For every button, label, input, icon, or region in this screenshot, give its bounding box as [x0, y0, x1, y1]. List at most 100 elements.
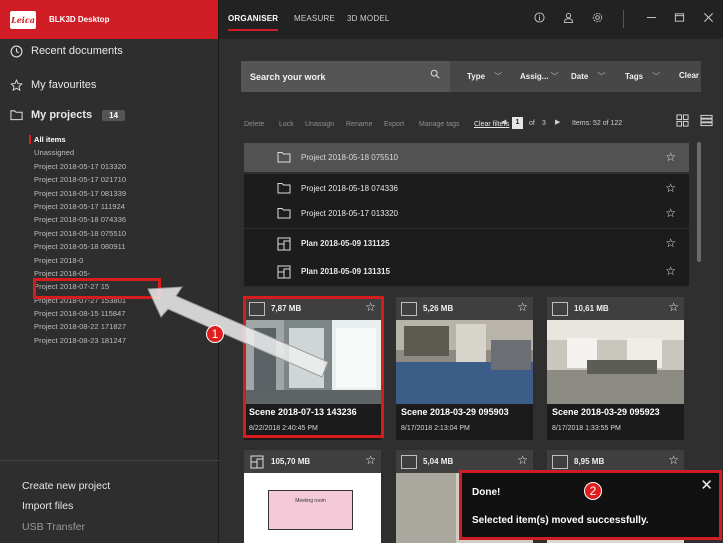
tab-measure[interactable]: MEASURE: [294, 14, 335, 23]
usb-transfer-link[interactable]: USB Transfer: [22, 521, 85, 533]
create-new-project-link[interactable]: Create new project: [22, 480, 110, 492]
selected-card-highlight: [243, 296, 384, 438]
row-label: Plan 2018-05-09 131315: [301, 267, 390, 276]
favourite-star-icon[interactable]: ☆: [665, 206, 676, 220]
nav-my-favourites[interactable]: My favourites: [0, 78, 96, 92]
close-window-icon[interactable]: [700, 9, 716, 25]
image-icon: [552, 454, 568, 469]
project-list-item[interactable]: Project 2018-08-15 115847: [0, 307, 219, 320]
project-list-item[interactable]: Project 2018-05-17 021710: [0, 173, 219, 186]
import-files-link[interactable]: Import files: [22, 500, 73, 512]
prev-page-icon[interactable]: ◀: [501, 118, 506, 126]
image-icon: [552, 301, 568, 316]
toast-message: Selected item(s) moved successfully.: [472, 515, 649, 526]
nav-projects-label: My projects: [31, 109, 93, 121]
favourite-star-icon[interactable]: ☆: [668, 300, 679, 314]
chevron-down-icon: ﹀: [652, 72, 661, 81]
nav-my-projects[interactable]: My projects 14: [0, 108, 126, 122]
success-toast: Done! 2 Selected item(s) moved successfu…: [459, 470, 722, 540]
tab-organiser[interactable]: ORGANISER: [228, 14, 279, 31]
project-list-item[interactable]: Project 2018-05-18 074336: [0, 213, 219, 226]
project-list-item[interactable]: Project 2018-08-22 171827: [0, 320, 219, 333]
project-item-label: Project 2018-0: [34, 255, 84, 265]
scene-thumbnail: [396, 320, 533, 404]
project-list-item[interactable]: Project 2018-05-18 075510: [0, 227, 219, 240]
favourite-star-icon[interactable]: ☆: [668, 453, 679, 467]
clear-button[interactable]: Clear: [679, 71, 699, 80]
project-list-item[interactable]: Unassigned: [0, 146, 219, 159]
tab-3d-model[interactable]: 3D MODEL: [347, 14, 390, 23]
favourite-star-icon[interactable]: ☆: [517, 453, 528, 467]
scene-card[interactable]: 10,61 MB ☆ Scene 2018-03-29 095923 8/17/…: [547, 297, 684, 440]
project-list-item[interactable]: All items: [0, 133, 219, 146]
project-item-label: Unassigned: [34, 148, 75, 158]
filter-assign-label: Assig...: [520, 72, 549, 81]
project-list-item[interactable]: Project 2018-0: [0, 254, 219, 267]
app-header: Leica BLK3D Desktop: [0, 0, 218, 39]
list-row[interactable]: Plan 2018-05-09 131315 ☆: [244, 257, 689, 287]
info-icon[interactable]: [531, 9, 547, 25]
settings-gear-icon[interactable]: [589, 9, 605, 25]
step-1-marker: 1: [206, 325, 224, 343]
favourite-star-icon[interactable]: ☆: [665, 236, 676, 250]
search-icon[interactable]: [430, 69, 440, 82]
favourite-star-icon[interactable]: ☆: [365, 453, 376, 467]
project-item-label: Project 2018-05-17 111924: [34, 201, 125, 211]
page-number-input[interactable]: 1: [512, 117, 523, 129]
search-input[interactable]: Search your work: [241, 61, 450, 92]
folder-icon: [277, 207, 291, 220]
plan-card[interactable]: 105,70 MB ☆ Meeting room: [244, 450, 381, 543]
scene-card[interactable]: 5,26 MB ☆ Scene 2018-03-29 095903 8/17/2…: [396, 297, 533, 440]
maximize-icon[interactable]: [671, 9, 687, 25]
delete-action[interactable]: Delete: [244, 121, 264, 128]
next-page-icon[interactable]: ▶: [555, 118, 560, 126]
favourite-star-icon[interactable]: ☆: [665, 181, 676, 195]
rename-action[interactable]: Rename: [346, 121, 372, 128]
sidebar-divider: [0, 460, 219, 461]
clock-icon: [9, 44, 23, 58]
project-list-item[interactable]: Project 2018-05-17 013320: [0, 160, 219, 173]
user-icon[interactable]: [560, 9, 576, 25]
list-row[interactable]: Project 2018-05-17 013320 ☆: [244, 199, 689, 229]
filter-date-dropdown[interactable]: Date ﹀: [571, 71, 605, 82]
nav-recent-documents[interactable]: Recent documents: [0, 44, 123, 58]
filter-assign-dropdown[interactable]: Assig... ﹀: [520, 71, 558, 82]
list-view-icon[interactable]: [700, 114, 714, 128]
image-icon: [401, 301, 417, 316]
image-icon: [401, 454, 417, 469]
folder-icon: [9, 108, 23, 122]
card-date: 8/17/2018 1:33:55 PM: [552, 425, 621, 432]
grid-view-icon[interactable]: [676, 114, 690, 128]
chevron-down-icon: ﹀: [494, 72, 503, 81]
filter-type-dropdown[interactable]: Type ﹀: [467, 71, 502, 82]
target-project-highlight: [33, 278, 161, 299]
sidebar: Leica BLK3D Desktop Recent documents My …: [0, 0, 219, 543]
card-title: Scene 2018-03-29 095923: [552, 407, 660, 417]
list-row[interactable]: Plan 2018-05-09 131125 ☆: [244, 229, 689, 259]
favourite-star-icon[interactable]: ☆: [665, 150, 676, 164]
manage-tags-action[interactable]: Manage tags: [419, 121, 459, 128]
card-size: 5,26 MB: [423, 304, 454, 313]
project-list-item[interactable]: Project 2018-05-18 080911: [0, 240, 219, 253]
lock-action[interactable]: Lock: [279, 121, 294, 128]
page-of-label: of: [529, 120, 535, 127]
scrollbar-thumb[interactable]: [697, 142, 701, 262]
row-label: Plan 2018-05-09 131125: [301, 239, 390, 248]
unassign-action[interactable]: Unassign: [305, 121, 334, 128]
card-size: 8,95 MB: [574, 457, 605, 466]
favourite-star-icon[interactable]: ☆: [665, 264, 676, 278]
close-icon[interactable]: ✕: [700, 476, 713, 494]
filter-tags-dropdown[interactable]: Tags ﹀: [625, 71, 660, 82]
favourite-star-icon[interactable]: ☆: [517, 300, 528, 314]
plan-room: Meeting room: [268, 490, 353, 530]
export-action[interactable]: Export: [384, 121, 404, 128]
chevron-down-icon: ﹀: [597, 72, 606, 81]
project-list-item[interactable]: Project 2018-05-17 081339: [0, 187, 219, 200]
folder-icon: [277, 182, 291, 195]
minimize-icon[interactable]: [643, 9, 659, 25]
search-placeholder: Search your work: [250, 71, 326, 82]
project-list-item[interactable]: Project 2018-08-23 181247: [0, 334, 219, 347]
list-row[interactable]: Project 2018-05-18 075510 ☆: [244, 143, 689, 173]
project-list-item[interactable]: Project 2018-05-17 111924: [0, 200, 219, 213]
project-item-label: Project 2018-05-17 021710: [34, 175, 127, 185]
